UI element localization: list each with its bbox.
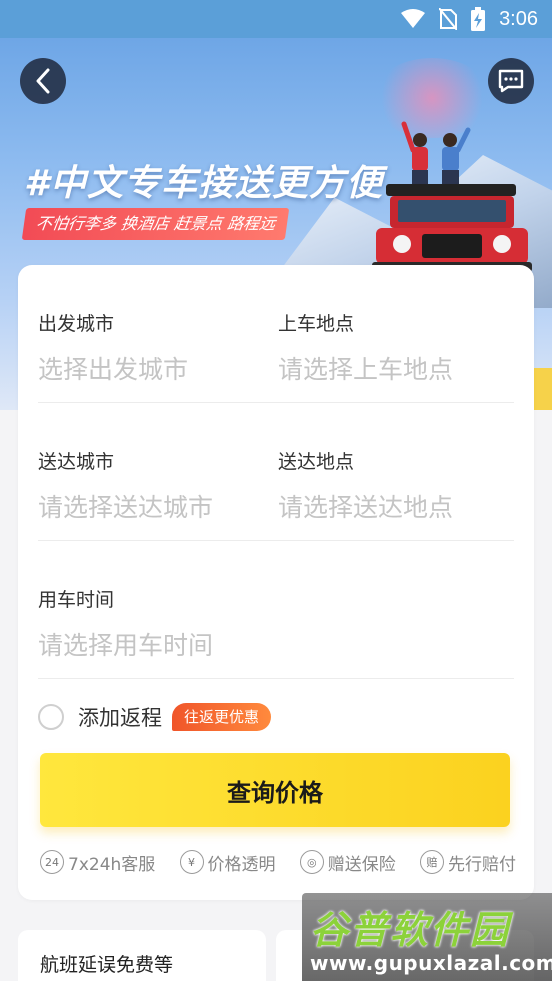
travelers-illustration — [401, 121, 471, 190]
wifi-icon — [401, 9, 426, 28]
feature-text: 7x24h客服 — [68, 854, 156, 875]
24h-service-icon: 24 — [40, 850, 64, 874]
destination-city-placeholder: 请选择送达城市 — [38, 493, 214, 522]
feature-price-transparent: ¥ 价格透明 — [179, 850, 276, 875]
use-time-label: 用车时间 — [38, 589, 115, 611]
feature-compensation: 赔 先行赔付 — [420, 850, 516, 875]
departure-city-field[interactable]: 出发城市 选择出发城市 — [38, 265, 268, 403]
feature-text: 价格透明 — [207, 854, 276, 875]
booking-form-card: 出发城市 选择出发城市 上车地点 请选择上车地点 送达城市 请选择送达城市 送达… — [18, 265, 534, 900]
pickup-location-placeholder: 请选择上车地点 — [278, 355, 454, 384]
destination-city-label: 送达城市 — [38, 451, 115, 473]
chevron-left-icon — [36, 68, 50, 94]
round-trip-promo-badge: 往返更优惠 — [172, 703, 272, 731]
destination-city-field[interactable]: 送达城市 请选择送达城市 — [38, 403, 268, 541]
feature-24h-service: 24 7x24h客服 — [40, 850, 155, 875]
yen-icon: ¥ — [179, 850, 204, 874]
back-button[interactable] — [20, 58, 66, 104]
departure-city-placeholder: 选择出发城市 — [38, 355, 189, 384]
flight-delay-text: 航班延误免费等 — [40, 954, 174, 976]
message-button[interactable] — [488, 58, 534, 104]
dropoff-location-placeholder: 请选择送达地点 — [278, 493, 454, 522]
status-bar: 3:06 — [0, 0, 552, 38]
form-row-time: 用车时间 请选择用车时间 — [38, 541, 514, 679]
hero-title: #中文专车接送更方便 — [24, 163, 384, 204]
use-time-field[interactable]: 用车时间 请选择用车时间 — [38, 541, 514, 679]
pickup-location-label: 上车地点 — [278, 313, 355, 335]
hero-tagline: 不怕行李多 换酒店 赶景点 路程远 — [21, 208, 290, 240]
flight-delay-card[interactable]: 航班延误免费等 — [18, 930, 266, 981]
dropoff-location-label: 送达地点 — [278, 451, 355, 473]
status-time: 3:06 — [499, 7, 538, 30]
no-sim-icon — [439, 8, 458, 30]
battery-charging-icon — [471, 7, 486, 31]
query-price-button[interactable]: 查询价格 — [40, 753, 510, 827]
form-row-destination: 送达城市 请选择送达城市 送达地点 请选择送达地点 — [38, 403, 514, 541]
return-trip-radio[interactable] — [38, 704, 64, 730]
chat-icon — [498, 69, 524, 93]
departure-city-label: 出发城市 — [38, 313, 115, 335]
compensation-icon: 赔 — [420, 850, 444, 874]
return-trip-label: 添加返程 — [78, 706, 162, 730]
feature-free-insurance: ◎ 赠送保险 — [299, 850, 396, 875]
service-features: 24 7x24h客服 ¥ 价格透明 ◎ 赠送保险 赔 先行赔付 — [40, 847, 516, 877]
feature-text: 先行赔付 — [448, 854, 516, 875]
form-row-departure: 出发城市 选择出发城市 上车地点 请选择上车地点 — [38, 265, 514, 403]
use-time-placeholder: 请选择用车时间 — [38, 631, 214, 660]
yellow-strip-decoration — [532, 368, 552, 410]
return-trip-option[interactable]: 添加返程 往返更优惠 — [38, 701, 272, 733]
dropoff-location-field[interactable]: 送达地点 请选择送达地点 — [278, 403, 514, 541]
insurance-icon: ◎ — [299, 850, 324, 874]
pickup-location-field[interactable]: 上车地点 请选择上车地点 — [278, 265, 514, 403]
site-watermark: 谷普软件园 www.gupuxlazal.com — [302, 893, 552, 981]
watermark-url: www.gupuxlazal.com — [310, 951, 552, 975]
watermark-brand: 谷普软件园 — [310, 908, 511, 952]
feature-text: 赠送保险 — [327, 854, 396, 875]
